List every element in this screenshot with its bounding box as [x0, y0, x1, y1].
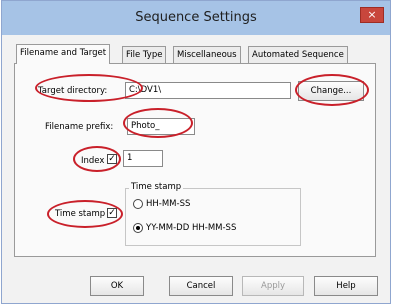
hh-mm-ss-label: HH-MM-SS — [146, 199, 191, 209]
time-stamp-group-title: Time stamp — [129, 182, 184, 192]
time-stamp-group — [125, 188, 301, 246]
annotation-change-button — [295, 74, 369, 106]
target-directory-field[interactable]: C:\DV1\ — [125, 82, 291, 99]
sequence-settings-dialog: Sequence Settings × Filename and Target … — [1, 0, 391, 304]
annotation-prefix-field — [123, 108, 193, 138]
ok-button[interactable]: OK — [90, 276, 144, 296]
apply-button[interactable]: Apply — [242, 276, 304, 296]
tab-panel: Target directory: C:\DV1\ Change... File… — [14, 63, 376, 257]
hh-mm-ss-radio[interactable] — [133, 199, 143, 209]
tab-miscellaneous[interactable]: Miscellaneous — [173, 46, 241, 63]
filename-prefix-label: Filename prefix: — [45, 122, 114, 132]
cancel-button[interactable]: Cancel — [169, 276, 233, 296]
tab-file-type[interactable]: File Type — [122, 46, 167, 63]
title-bar: Sequence Settings × — [2, 1, 390, 35]
index-field[interactable]: 1 — [123, 150, 163, 167]
annotation-time-stamp — [47, 200, 123, 228]
tab-automated-sequence[interactable]: Automated Sequence — [248, 46, 348, 63]
close-icon[interactable]: × — [360, 7, 384, 23]
annotation-index — [73, 146, 121, 172]
dialog-title: Sequence Settings — [135, 10, 257, 25]
yy-mm-dd-hh-mm-ss-radio[interactable] — [133, 223, 143, 233]
tab-filename-and-target[interactable]: Filename and Target — [16, 44, 111, 64]
help-button[interactable]: Help — [314, 276, 378, 296]
annotation-target-label — [35, 74, 143, 102]
yy-mm-dd-hh-mm-ss-label: YY-MM-DD HH-MM-SS — [146, 223, 237, 233]
